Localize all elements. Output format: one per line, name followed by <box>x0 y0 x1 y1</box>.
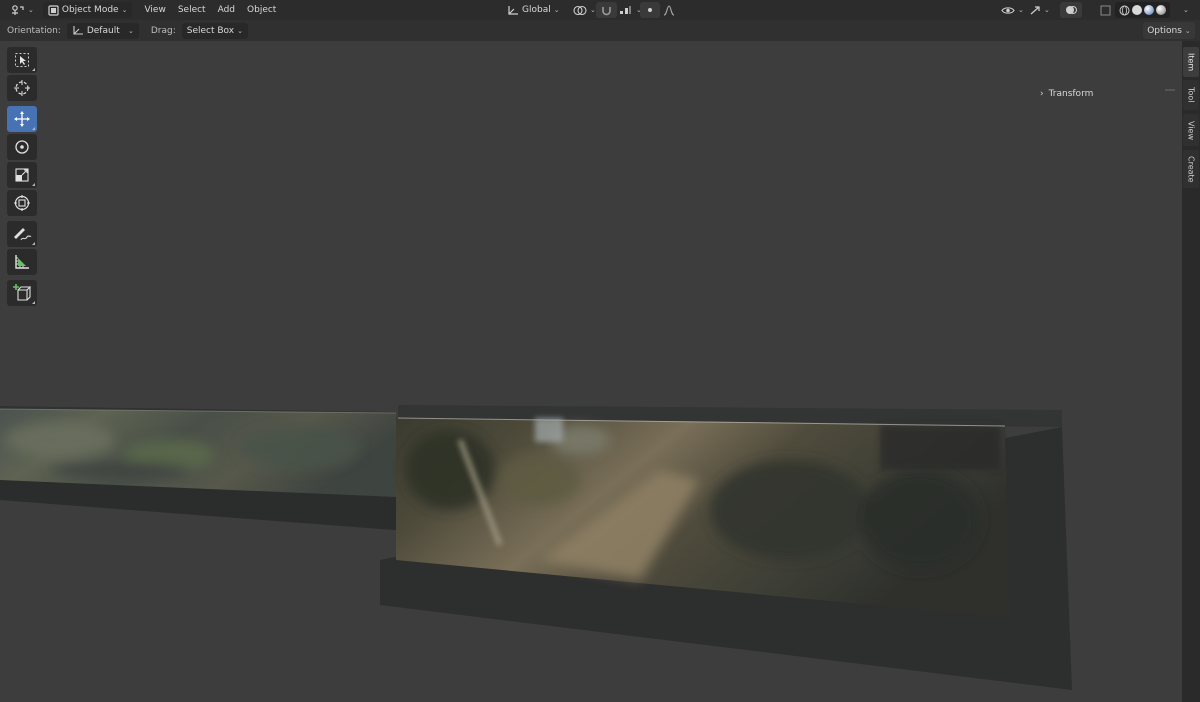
tab-tool[interactable]: Tool <box>1183 80 1199 110</box>
proportional-dot-icon <box>645 5 655 15</box>
tool-rotate[interactable] <box>7 134 37 160</box>
tool-scale[interactable] <box>7 162 37 188</box>
gizmo-toggle[interactable]: ⌄ <box>1024 2 1055 18</box>
pivot-point-icon <box>573 5 587 16</box>
mode-dropdown[interactable]: Object Mode ⌄ <box>42 2 133 18</box>
orientation-dropdown[interactable]: Default ⌄ <box>66 22 139 39</box>
rendered-shading-icon[interactable] <box>1156 5 1166 15</box>
snap-increment-icon <box>619 5 633 16</box>
chevron-right-icon: › <box>1040 89 1044 99</box>
tool-select-box[interactable] <box>7 47 37 73</box>
xray-toggle[interactable] <box>1095 2 1116 18</box>
rotate-icon <box>13 138 31 156</box>
annotate-pencil-icon <box>12 225 32 243</box>
tool-transform[interactable] <box>7 190 37 216</box>
menu-object[interactable]: Object <box>241 2 282 18</box>
tab-view[interactable]: View <box>1183 114 1199 146</box>
3d-cursor-icon <box>13 79 31 97</box>
editor-type-button[interactable]: ⌄ <box>6 2 39 18</box>
3d-viewport[interactable]: › Transform <box>0 41 1182 702</box>
tab-create[interactable]: Create <box>1183 150 1199 188</box>
mode-label: Object Mode <box>61 5 119 15</box>
axis-orientation-icon <box>507 5 519 16</box>
drag-dropdown[interactable]: Select Box ⌄ <box>181 22 248 39</box>
move-arrows-icon <box>13 110 31 128</box>
chevron-down-icon: ⌄ <box>553 6 560 14</box>
drag-label: Drag: <box>150 25 176 36</box>
orientation-value: Default <box>86 25 120 36</box>
cursor-select-icon <box>14 52 30 68</box>
options-dropdown[interactable]: Options ⌄ <box>1143 22 1195 39</box>
chevron-down-icon: ⌄ <box>1018 6 1024 14</box>
chevron-down-icon: ⌄ <box>1183 6 1189 14</box>
viewport-editor-icon <box>11 4 25 16</box>
eye-selectability-icon <box>1001 5 1015 16</box>
chevron-down-icon: ⌄ <box>1184 26 1191 35</box>
sidebar-tabs: Item Tool View Create <box>1182 41 1200 702</box>
chevron-down-icon: ⌄ <box>590 6 596 14</box>
proportional-editing-toggle[interactable] <box>640 2 660 18</box>
menu-add[interactable]: Add <box>212 2 241 18</box>
chevron-down-icon: ⌄ <box>28 6 34 14</box>
material-preview-shading-icon[interactable] <box>1144 5 1154 15</box>
panel-drag-handle[interactable] <box>1165 89 1175 91</box>
transform-orientation-label: Global <box>522 5 551 15</box>
transform-orientation-dropdown[interactable]: Global ⌄ <box>502 2 565 18</box>
transform-panel-title: Transform <box>1048 89 1094 99</box>
object-mode-icon <box>48 4 59 16</box>
falloff-curve-icon <box>663 4 675 16</box>
viewport-header: ⌄ Object Mode ⌄ View Select Add Object G… <box>0 0 1200 20</box>
transform-icon <box>13 194 31 212</box>
options-label: Options <box>1147 25 1182 36</box>
scene-render <box>0 405 1072 690</box>
overlays-toggle[interactable] <box>1060 2 1082 18</box>
shading-mode-group <box>1115 2 1170 18</box>
tab-item[interactable]: Item <box>1183 47 1199 77</box>
orientation-label: Orientation: <box>7 25 61 36</box>
tool-annotate[interactable] <box>7 221 37 247</box>
solid-shading-icon[interactable] <box>1132 5 1142 15</box>
chevron-down-icon: ⌄ <box>127 26 134 35</box>
chevron-down-icon: ⌄ <box>237 26 243 35</box>
proportional-falloff-dropdown[interactable] <box>658 2 680 18</box>
chevron-down-icon: ⌄ <box>121 6 128 14</box>
tool-cursor[interactable] <box>7 75 37 101</box>
tool-settings-header: Orientation: Default ⌄ Drag: Select Box … <box>0 20 1200 41</box>
transform-panel-header[interactable]: › Transform <box>1040 87 1093 101</box>
drag-value: Select Box <box>186 25 235 36</box>
gizmo-arrow-icon <box>1029 5 1041 16</box>
tool-move[interactable] <box>7 106 37 132</box>
chevron-down-icon: ⌄ <box>1044 6 1050 14</box>
overlays-icon <box>1065 4 1077 16</box>
measure-ruler-icon <box>13 253 31 271</box>
scale-icon <box>14 167 30 183</box>
magnet-icon <box>601 5 612 16</box>
shading-options-dropdown[interactable]: ⌄ <box>1178 2 1194 18</box>
menu-view[interactable]: View <box>138 2 171 18</box>
tool-measure[interactable] <box>7 249 37 275</box>
add-cube-icon <box>12 283 32 303</box>
wireframe-shading-icon[interactable] <box>1119 5 1130 16</box>
menu-select[interactable]: Select <box>172 2 212 18</box>
xray-icon <box>1100 5 1111 16</box>
orientation-gizmo-icon <box>72 25 84 36</box>
tool-add-cube[interactable] <box>7 280 37 306</box>
